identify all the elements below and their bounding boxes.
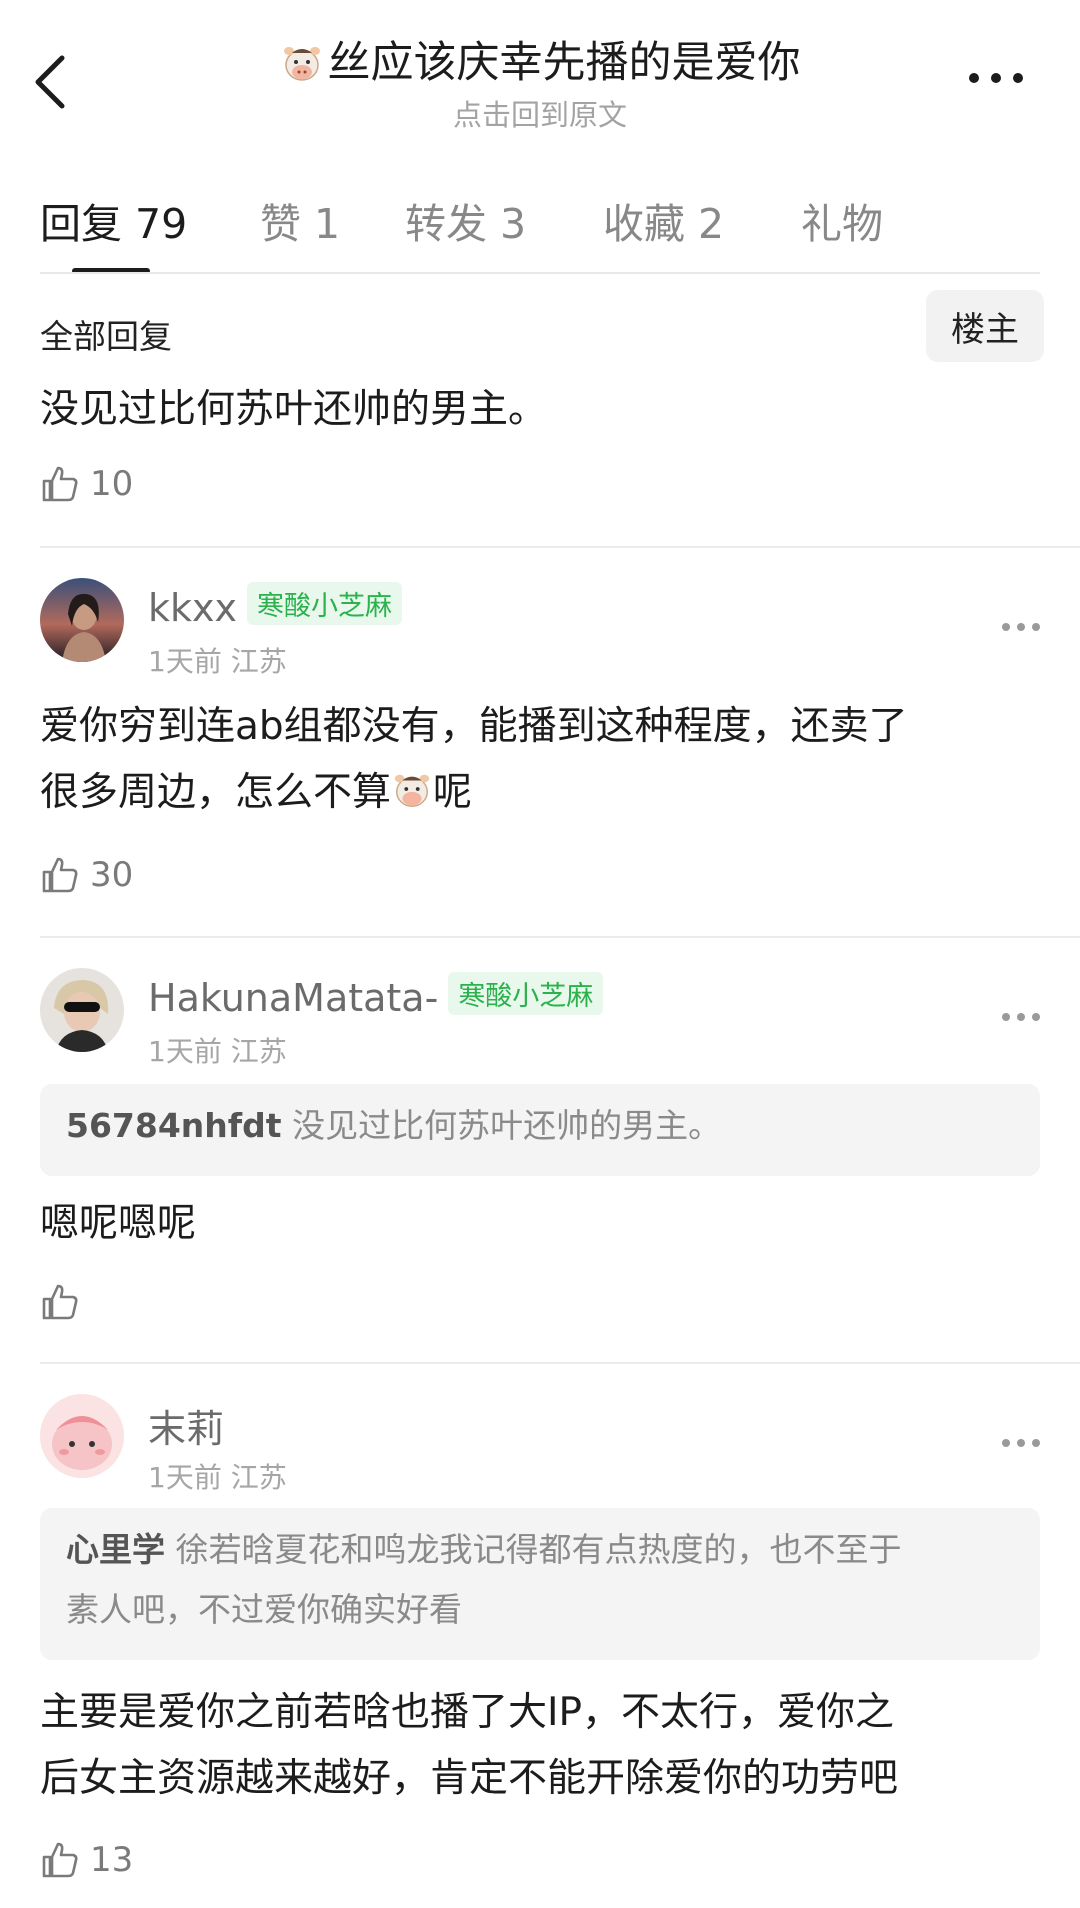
- like-button[interactable]: 10: [40, 464, 133, 504]
- all-replies-label: 全部回复: [40, 317, 172, 356]
- comment-meta: 1天前 江苏: [148, 1456, 287, 1496]
- user-avatar-image: [40, 968, 124, 1052]
- quoted-text: 没见过比何苏叶还帅的男主。: [292, 1106, 722, 1145]
- like-button[interactable]: [40, 1282, 90, 1322]
- like-count: 13: [90, 1840, 134, 1880]
- comment-more-icon[interactable]: [1000, 1436, 1042, 1450]
- page-title: 丝应该庆幸先播的是爱你: [327, 38, 801, 88]
- divider: [40, 546, 1080, 548]
- like-count: 30: [90, 855, 134, 895]
- divider: [40, 272, 1040, 274]
- comment-more-icon[interactable]: [1000, 620, 1042, 634]
- quoted-text: 徐若晗夏花和鸣龙我记得都有点热度的，也不至于: [175, 1530, 902, 1569]
- quoted-reply[interactable]: 56784nhfdt 没见过比何苏叶还帅的男主。: [40, 1084, 1040, 1176]
- like-count: 10: [90, 464, 134, 504]
- user-badge: 寒酸小芝麻: [448, 972, 604, 1015]
- tab-likes[interactable]: 赞 1: [260, 190, 405, 250]
- back-arrow-icon[interactable]: [30, 52, 74, 112]
- tab-favorites[interactable]: 收藏 2: [603, 190, 801, 250]
- comment-meta: 1天前 江苏: [148, 1030, 287, 1070]
- thumbs-up-icon: [42, 857, 78, 893]
- more-options-icon[interactable]: [966, 63, 1026, 93]
- comment-location: 江苏: [230, 1461, 287, 1494]
- thumbs-up-icon: [42, 466, 78, 502]
- user-badge: 寒酸小芝麻: [247, 582, 402, 625]
- tab-reposts[interactable]: 转发 3: [405, 190, 603, 250]
- username[interactable]: HakunaMatata-: [148, 976, 438, 1020]
- divider: [40, 1362, 1080, 1364]
- back-to-original-link[interactable]: 点击回到原文: [260, 92, 820, 134]
- comment-text: 嗯呢嗯呢: [40, 1201, 197, 1246]
- avatar[interactable]: [40, 578, 124, 662]
- thumbs-up-icon: [42, 1284, 78, 1320]
- thumbs-up-icon: [42, 1842, 78, 1878]
- comment-header: HakunaMatata- 寒酸小芝麻: [148, 972, 604, 1020]
- comment-header: 末莉: [148, 1398, 224, 1453]
- tab-replies[interactable]: 回复 79: [40, 190, 260, 250]
- comment-header: kkxx 寒酸小芝麻: [148, 582, 402, 630]
- page-title-row[interactable]: 丝应该庆幸先播的是爱你: [260, 28, 820, 90]
- post-text: 没见过比何苏叶还帅的男主。: [40, 387, 548, 432]
- comment-text: 主要是爱你之前若晗也播了大IP，不太行，爱你之 后女主资源越来越好，肯定不能开除…: [40, 1690, 899, 1801]
- comment-time: 1天前: [148, 1461, 222, 1494]
- quoted-username[interactable]: 56784nhfdt: [66, 1106, 282, 1145]
- comment-meta: 1天前 江苏: [148, 640, 287, 680]
- cow-emoji-icon: [283, 47, 320, 81]
- op-only-button[interactable]: 楼主: [926, 290, 1044, 362]
- comment-more-icon[interactable]: [1000, 1010, 1042, 1024]
- comment-time: 1天前: [148, 645, 222, 678]
- tab-gifts[interactable]: 礼物: [801, 190, 883, 250]
- username[interactable]: 末莉: [148, 1407, 224, 1451]
- comment-text: 爱你穷到连ab组都没有，能播到这种程度，还卖了 很多周边，怎么不算 呢: [40, 704, 908, 815]
- comment-location: 江苏: [230, 1035, 287, 1068]
- user-avatar-image: [40, 578, 124, 662]
- like-button[interactable]: 13: [40, 1840, 133, 1880]
- tab-bar: 回复 79 赞 1 转发 3 收藏 2 礼物: [40, 190, 883, 250]
- quoted-text: 素人吧，不过爱你确实好看: [66, 1590, 462, 1629]
- comment-location: 江苏: [230, 645, 287, 678]
- avatar[interactable]: [40, 1394, 124, 1478]
- quoted-username[interactable]: 心里学: [66, 1530, 165, 1569]
- avatar[interactable]: [40, 968, 124, 1052]
- username[interactable]: kkxx: [148, 586, 237, 630]
- quoted-reply[interactable]: 心里学 徐若晗夏花和鸣龙我记得都有点热度的，也不至于 素人吧，不过爱你确实好看: [40, 1508, 1040, 1660]
- cow-emoji-icon: [394, 774, 430, 807]
- user-avatar-image: [40, 1394, 124, 1478]
- like-button[interactable]: 30: [40, 855, 133, 895]
- divider: [40, 936, 1080, 938]
- comment-time: 1天前: [148, 1035, 222, 1068]
